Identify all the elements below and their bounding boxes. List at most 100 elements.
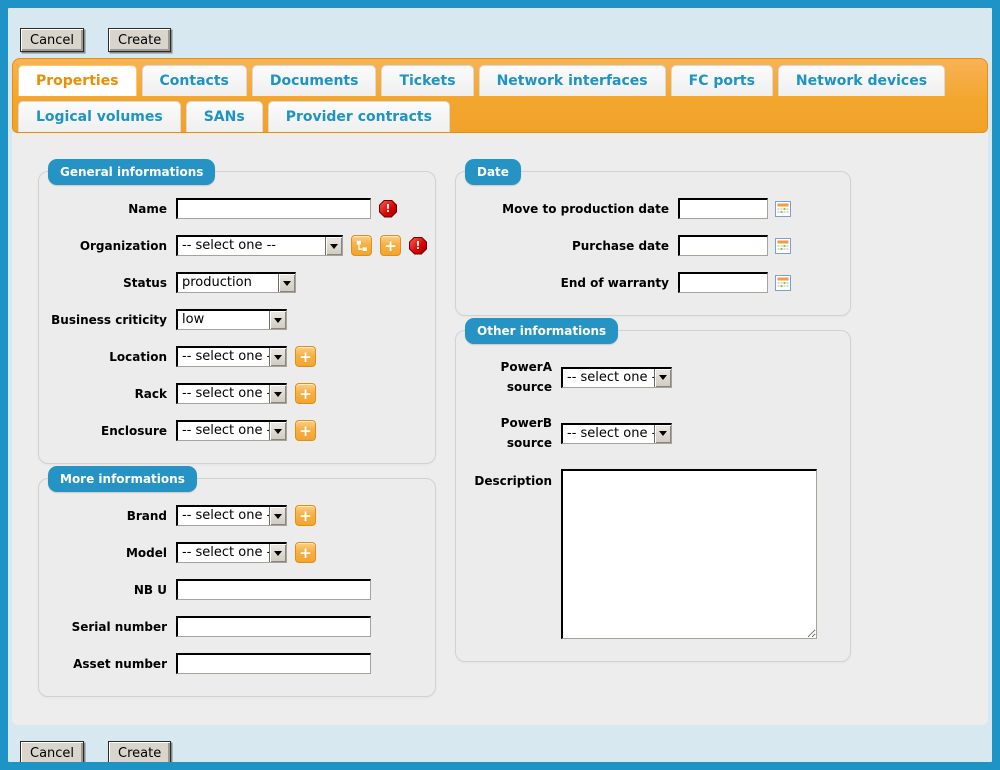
add-brand-button[interactable]: + (295, 505, 316, 526)
move-to-production-date-label: Move to production date (464, 199, 669, 219)
tab-fc-ports[interactable]: FC ports (671, 65, 773, 96)
tab-properties[interactable]: Properties (18, 65, 137, 96)
page: Cancel Create Properties Contacts Docume… (8, 8, 992, 762)
field-row-nb-u: NB U (47, 579, 427, 600)
description-label: Description (464, 469, 552, 491)
tab-network-devices[interactable]: Network devices (778, 65, 945, 96)
tab-provider-contracts[interactable]: Provider contracts (268, 101, 450, 132)
add-model-button[interactable]: + (295, 542, 316, 563)
nb-u-label: NB U (47, 580, 167, 600)
status-label: Status (47, 273, 167, 293)
chevron-down-icon (269, 544, 286, 562)
tab-contacts[interactable]: Contacts (142, 65, 247, 96)
validation-error-icon: ! (409, 237, 427, 255)
right-column: Date Move to production date (455, 158, 851, 676)
business-criticity-select-value: low (178, 311, 269, 329)
field-row-business-criticity: Business criticity low (47, 309, 427, 330)
location-select[interactable]: -- select one -- (176, 346, 287, 367)
end-of-warranty-label: End of warranty (464, 273, 669, 293)
field-row-powera-source: PowerA source -- select one -- (464, 357, 842, 397)
fieldset-more-informations: More informations Brand -- select one --… (38, 478, 436, 697)
model-select[interactable]: -- select one -- (176, 542, 287, 563)
purchase-date-label: Purchase date (464, 236, 669, 256)
chevron-down-icon (654, 369, 671, 387)
organization-hierarchy-button[interactable] (351, 235, 372, 256)
powera-source-select[interactable]: -- select one -- (561, 367, 672, 388)
status-select[interactable]: production (176, 272, 296, 293)
field-row-description: Description (464, 469, 842, 639)
field-row-powerb-source: PowerB source -- select one -- (464, 413, 842, 453)
field-row-asset-number: Asset number (47, 653, 427, 674)
rack-select-value: -- select one -- (178, 385, 269, 403)
fieldset-title: General informations (48, 159, 215, 185)
nb-u-input[interactable] (176, 579, 371, 600)
serial-number-label: Serial number (47, 617, 167, 637)
fieldset-title: Other informations (465, 318, 618, 344)
left-column: General informations Name ! Organization… (38, 158, 436, 711)
tab-logical-volumes[interactable]: Logical volumes (18, 101, 181, 132)
tab-bar: Properties Contacts Documents Tickets Ne… (12, 58, 988, 133)
add-rack-button[interactable]: + (295, 383, 316, 404)
add-enclosure-button[interactable]: + (295, 420, 316, 441)
calendar-icon[interactable] (775, 201, 791, 217)
top-toolbar: Cancel Create (8, 8, 992, 58)
calendar-icon[interactable] (775, 238, 791, 254)
description-textarea[interactable] (561, 469, 817, 639)
brand-select[interactable]: -- select one -- (176, 505, 287, 526)
name-input[interactable] (176, 198, 371, 219)
add-location-button[interactable]: + (295, 346, 316, 367)
chevron-down-icon (269, 507, 286, 525)
tab-documents[interactable]: Documents (252, 65, 377, 96)
field-row-serial-number: Serial number (47, 616, 427, 637)
end-of-warranty-input[interactable] (678, 272, 768, 293)
error-exclamation: ! (380, 201, 396, 217)
field-row-location: Location -- select one -- + (47, 346, 427, 367)
organization-label: Organization (47, 236, 167, 256)
tab-tickets[interactable]: Tickets (381, 65, 473, 96)
status-select-value: production (178, 274, 278, 292)
field-row-brand: Brand -- select one -- + (47, 505, 427, 526)
field-row-end-of-warranty: End of warranty (464, 272, 842, 293)
enclosure-select-value: -- select one -- (178, 422, 269, 440)
powerb-source-select[interactable]: -- select one -- (561, 423, 672, 444)
field-row-enclosure: Enclosure -- select one -- + (47, 420, 427, 441)
fieldset-title: More informations (48, 466, 197, 492)
bottom-toolbar: Cancel Create (8, 725, 992, 762)
field-row-organization: Organization -- select one -- + ! (47, 235, 427, 256)
validation-error-icon: ! (379, 200, 397, 218)
rack-label: Rack (47, 384, 167, 404)
cancel-button[interactable]: Cancel (20, 28, 84, 52)
powera-source-label: PowerA source (464, 357, 552, 397)
rack-select[interactable]: -- select one -- (176, 383, 287, 404)
move-to-production-date-input[interactable] (678, 198, 768, 219)
asset-number-input[interactable] (176, 653, 371, 674)
location-select-value: -- select one -- (178, 348, 269, 366)
fieldset-date: Date Move to production date (455, 171, 851, 316)
powerb-source-label: PowerB source (464, 413, 552, 453)
field-row-status: Status production (47, 272, 427, 293)
calendar-icon[interactable] (775, 275, 791, 291)
create-button[interactable]: Create (108, 741, 171, 762)
cancel-button[interactable]: Cancel (20, 741, 84, 762)
tab-row-1: Properties Contacts Documents Tickets Ne… (18, 65, 987, 96)
tab-row-2: Logical volumes SANs Provider contracts (18, 101, 987, 132)
chevron-down-icon (269, 348, 286, 366)
create-button[interactable]: Create (108, 28, 171, 52)
business-criticity-select[interactable]: low (176, 309, 287, 330)
model-label: Model (47, 543, 167, 563)
tab-sans[interactable]: SANs (186, 101, 263, 132)
serial-number-input[interactable] (176, 616, 371, 637)
chevron-down-icon (269, 311, 286, 329)
organization-select-value: -- select one -- (178, 237, 325, 255)
powera-source-select-value: -- select one -- (563, 369, 654, 387)
location-label: Location (47, 347, 167, 367)
enclosure-select[interactable]: -- select one -- (176, 420, 287, 441)
error-exclamation: ! (410, 238, 426, 254)
organization-select[interactable]: -- select one -- (176, 235, 343, 256)
chevron-down-icon (325, 237, 342, 255)
tab-network-interfaces[interactable]: Network interfaces (479, 65, 666, 96)
purchase-date-input[interactable] (678, 235, 768, 256)
business-criticity-label: Business criticity (47, 310, 167, 330)
field-row-purchase-date: Purchase date (464, 235, 842, 256)
add-organization-button[interactable]: + (380, 235, 401, 256)
